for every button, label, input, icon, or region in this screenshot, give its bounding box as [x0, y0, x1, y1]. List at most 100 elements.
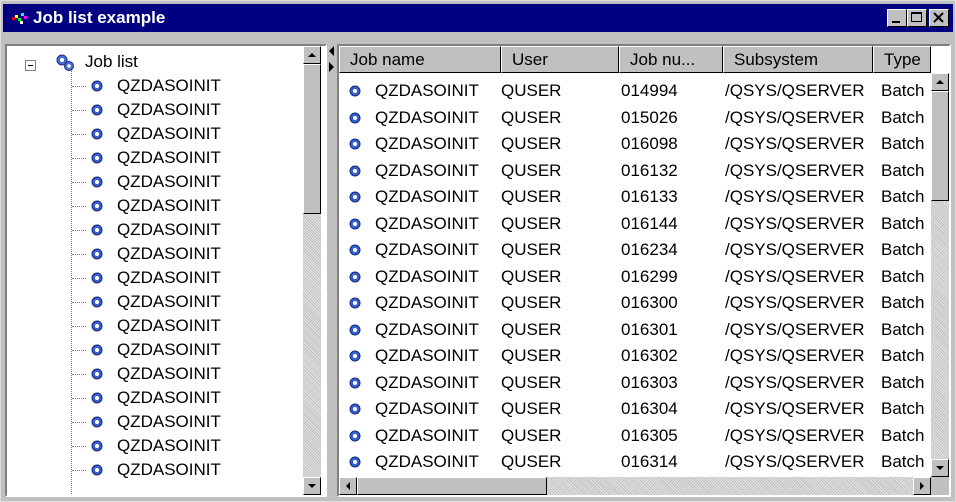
tree-connector	[72, 446, 86, 447]
tree-item[interactable]: QZDASOINIT	[7, 338, 303, 362]
tree-connector	[72, 326, 86, 327]
tree-item-label: QZDASOINIT	[117, 436, 221, 455]
table-row[interactable]: QZDASOINIT QUSER 016314/QSYS/QSERVER Batch	[339, 450, 931, 474]
table-row[interactable]: QZDASOINIT QUSER 016133/QSYS/QSERVER Batch	[339, 185, 931, 209]
table-row[interactable]: QZDASOINIT QUSER 016302/QSYS/QSERVER Batch	[339, 344, 931, 368]
table-hscroll-thumb[interactable]	[357, 477, 547, 495]
tree-scroll-thumb[interactable]	[303, 64, 321, 214]
job-gear-icon	[91, 416, 103, 428]
cell-job-number: 016303	[621, 372, 678, 392]
tree-item[interactable]: QZDASOINIT	[7, 122, 303, 146]
job-gear-icon	[91, 176, 103, 188]
column-header-subsystem[interactable]: Subsystem	[723, 46, 873, 73]
job-gear-icon	[91, 224, 103, 236]
cell-job-number: 016132	[621, 160, 678, 180]
table-scroll-down-button[interactable]	[931, 459, 949, 477]
tree-scroll-up-button[interactable]	[303, 46, 321, 64]
table-scroll-up-button[interactable]	[931, 73, 949, 91]
cell-job-name: QZDASOINIT	[375, 399, 479, 418]
tree-item[interactable]: QZDASOINIT	[7, 266, 303, 290]
job-gear-icon	[349, 456, 361, 468]
table-row[interactable]: QZDASOINIT QUSER 016098/QSYS/QSERVER Batch	[339, 132, 931, 156]
tree-item[interactable]: QZDASOINIT	[7, 386, 303, 410]
down-arrow-icon	[936, 466, 944, 470]
tree-item[interactable]: QZDASOINIT	[7, 218, 303, 242]
tree-item[interactable]: QZDASOINIT	[7, 146, 303, 170]
job-gear-icon	[91, 248, 103, 260]
tree-connector	[72, 134, 86, 135]
table-row[interactable]: QZDASOINIT QUSER 016300/QSYS/QSERVER Batch	[339, 291, 931, 315]
minimize-button[interactable]	[887, 9, 907, 27]
table-row[interactable]: QZDASOINIT QUSER 016132/QSYS/QSERVER Batch	[339, 159, 931, 183]
tree-item-label: QZDASOINIT	[117, 364, 221, 383]
maximize-button[interactable]	[907, 9, 927, 27]
job-gear-icon	[91, 296, 103, 308]
cell-job-number: 016301	[621, 319, 678, 339]
tree-vscrollbar[interactable]	[303, 46, 321, 495]
cell-subsystem: /QSYS/QSERVER	[725, 134, 865, 153]
table-scroll-left-button[interactable]	[339, 477, 357, 495]
table-row[interactable]: QZDASOINIT QUSER 016303/QSYS/QSERVER Batch	[339, 371, 931, 395]
column-header-type[interactable]: Type	[873, 46, 931, 73]
close-icon	[933, 12, 944, 23]
job-gear-icon	[349, 297, 361, 309]
table-row[interactable]: QZDASOINIT QUSER 016144/QSYS/QSERVER Batch	[339, 212, 931, 236]
title-bar[interactable]: Job list example	[3, 4, 953, 32]
tree-item[interactable]: QZDASOINIT	[7, 74, 303, 98]
table-row[interactable]: QZDASOINIT QUSER 015026/QSYS/QSERVER Batch	[339, 106, 931, 130]
job-gear-icon	[349, 430, 361, 441]
column-header-user[interactable]: User	[501, 46, 619, 73]
tree-item-label: QZDASOINIT	[117, 340, 221, 359]
tree-item[interactable]: QZDASOINIT	[7, 290, 303, 314]
cell-subsystem: /QSYS/QSERVER	[725, 372, 865, 392]
cell-job-name: QZDASOINIT	[375, 293, 479, 312]
tree-item[interactable]: QZDASOINIT	[7, 410, 303, 434]
table-scroll-thumb[interactable]	[931, 91, 949, 201]
column-header-job-name[interactable]: Job name	[339, 46, 501, 73]
job-gear-icon	[91, 368, 103, 380]
table-row[interactable]: QZDASOINIT QUSER 014994/QSYS/QSERVER Batch	[339, 79, 931, 103]
cell-subsystem: /QSYS/QSERVER	[725, 81, 865, 100]
job-gear-icon	[91, 392, 103, 404]
tree-item[interactable]: QZDASOINIT	[7, 170, 303, 194]
cell-user: QUSER	[501, 346, 562, 365]
window-title: Job list example	[33, 8, 166, 27]
cell-job-name: QZDASOINIT	[375, 266, 479, 286]
tree-item[interactable]: QZDASOINIT	[7, 458, 303, 482]
tree-item[interactable]: QZDASOINIT	[7, 242, 303, 266]
table-hscrollbar[interactable]	[339, 477, 931, 495]
tree-item[interactable]: QZDASOINIT	[7, 98, 303, 122]
tree-root-row[interactable]: Job list	[7, 50, 303, 74]
table-row[interactable]: QZDASOINIT QUSER 016299/QSYS/QSERVER Batch	[339, 265, 931, 289]
table-row[interactable]: QZDASOINIT QUSER 016234/QSYS/QSERVER Batch	[339, 238, 931, 262]
cell-subsystem: /QSYS/QSERVER	[725, 399, 865, 418]
cell-job-number: 016234	[621, 240, 678, 259]
job-gear-icon	[91, 104, 103, 116]
tree-item[interactable]: QZDASOINIT	[7, 362, 303, 386]
tree-item[interactable]: QZDASOINIT	[7, 194, 303, 218]
cell-subsystem: /QSYS/QSERVER	[725, 452, 865, 471]
cell-job-name: QZDASOINIT	[375, 372, 479, 392]
tree-item-label: QZDASOINIT	[117, 220, 221, 239]
job-gear-icon	[349, 112, 361, 123]
cell-user: QUSER	[501, 160, 562, 180]
tree-item[interactable]: QZDASOINIT	[7, 314, 303, 338]
table-vscrollbar[interactable]	[931, 73, 949, 477]
cell-job-number: 015026	[621, 107, 678, 127]
table-row[interactable]: QZDASOINIT QUSER 016304/QSYS/QSERVER Batch	[339, 397, 931, 421]
panel-splitter[interactable]	[327, 44, 337, 497]
app-icon	[12, 13, 27, 24]
job-gear-icon	[91, 464, 103, 476]
cell-job-name: QZDASOINIT	[375, 240, 479, 259]
close-button[interactable]	[929, 9, 949, 27]
table-row[interactable]: QZDASOINIT QUSER 016301/QSYS/QSERVER Batch	[339, 318, 931, 342]
column-header-job-number[interactable]: Job nu...	[619, 46, 723, 73]
minimize-icon	[892, 21, 900, 23]
tree-scroll-down-button[interactable]	[303, 477, 321, 495]
tree-item[interactable]: QZDASOINIT	[7, 434, 303, 458]
collapse-icon[interactable]	[25, 60, 36, 71]
cell-type: Batch	[881, 425, 925, 445]
table-scroll-right-button[interactable]	[913, 477, 931, 495]
tree-item-label: QZDASOINIT	[117, 148, 221, 167]
table-row[interactable]: QZDASOINIT QUSER 016305/QSYS/QSERVER Batch	[339, 424, 931, 448]
